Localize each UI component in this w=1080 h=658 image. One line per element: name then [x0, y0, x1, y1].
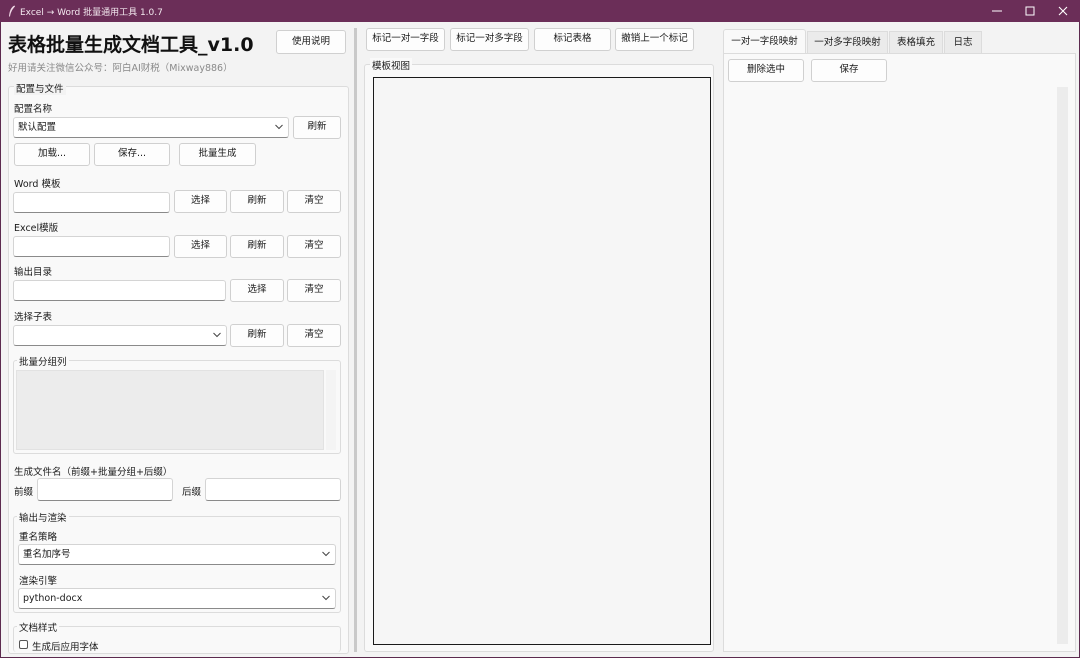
- rename-strategy-select[interactable]: 重名加序号: [18, 544, 336, 565]
- maximize-icon: [1025, 6, 1035, 16]
- word-template-refresh-button[interactable]: 刷新: [230, 190, 284, 213]
- mark-one-to-one-button[interactable]: 标记一对一字段: [366, 28, 445, 51]
- prefix-field[interactable]: [37, 478, 173, 501]
- close-button[interactable]: [1046, 0, 1080, 22]
- mark-table-button[interactable]: 标记表格: [534, 28, 611, 51]
- delete-selected-button[interactable]: 删除选中: [728, 59, 804, 82]
- tab-content: [723, 53, 1076, 652]
- tab-one-to-many-label: 一对多字段映射: [814, 37, 881, 48]
- title-bar: Excel → Word 批量通用工具 1.0.7: [0, 0, 1080, 22]
- group-column-list[interactable]: [16, 370, 324, 450]
- excel-template-label: Excel模版: [14, 223, 59, 234]
- output-dir-select-button[interactable]: 选择: [230, 279, 284, 302]
- output-dir-label: 输出目录: [14, 267, 53, 278]
- load-config-button[interactable]: 加载...: [14, 143, 90, 166]
- render-engine-label: 渲染引擎: [19, 576, 58, 587]
- config-refresh-button[interactable]: 刷新: [293, 116, 341, 139]
- output-render-title: 输出与渲染: [17, 510, 69, 524]
- apply-font-label: 生成后应用字体: [32, 642, 99, 653]
- word-template-clear-button[interactable]: 清空: [287, 190, 341, 213]
- group-column-scrollbar[interactable]: [326, 370, 336, 450]
- doc-style-title: 文档样式: [17, 620, 60, 634]
- chevron-down-icon: [213, 332, 221, 338]
- template-view-title: 模板视图: [370, 58, 413, 72]
- sheet-clear-button[interactable]: 清空: [287, 324, 341, 347]
- mark-one-to-many-button[interactable]: 标记一对多字段: [450, 28, 529, 51]
- suffix-label: 后缀: [182, 487, 202, 498]
- apply-font-checkbox[interactable]: [19, 640, 28, 649]
- word-template-select-button[interactable]: 选择: [174, 190, 227, 213]
- window-title: Excel → Word 批量通用工具 1.0.7: [20, 8, 163, 18]
- save-config-button[interactable]: 保存...: [94, 143, 170, 166]
- rename-strategy-value: 重名加序号: [23, 549, 71, 560]
- sheet-label: 选择子表: [14, 312, 53, 323]
- tab-one-to-many[interactable]: 一对多字段映射: [807, 31, 888, 54]
- word-template-field[interactable]: [13, 192, 170, 213]
- filename-label: 生成文件名（前缀+批量分组+后缀）: [14, 467, 173, 478]
- prefix-label: 前缀: [14, 487, 34, 498]
- config-select-value: 默认配置: [18, 122, 57, 133]
- excel-template-clear-button[interactable]: 清空: [287, 235, 341, 258]
- suffix-field[interactable]: [205, 478, 341, 501]
- word-template-label: Word 模板: [14, 179, 61, 190]
- tab-log-label: 日志: [953, 37, 973, 48]
- mapping-list-scrollbar[interactable]: [1057, 87, 1068, 644]
- minimize-button[interactable]: [980, 0, 1014, 22]
- tab-one-to-one[interactable]: 一对一字段映射: [723, 29, 806, 54]
- render-engine-value: python-docx: [23, 593, 83, 604]
- sheet-refresh-button[interactable]: 刷新: [230, 324, 284, 347]
- template-view-canvas[interactable]: [373, 77, 711, 645]
- help-button[interactable]: 使用说明: [276, 30, 346, 54]
- output-dir-field[interactable]: [13, 280, 226, 301]
- config-name-label: 配置名称: [14, 104, 53, 115]
- output-dir-clear-button[interactable]: 清空: [287, 279, 341, 302]
- maximize-button[interactable]: [1013, 0, 1047, 22]
- tab-table-fill-label: 表格填充: [896, 37, 935, 48]
- rename-strategy-label: 重名策略: [19, 532, 58, 543]
- app-feather-icon: [9, 5, 15, 17]
- tab-one-to-one-label: 一对一字段映射: [731, 36, 798, 47]
- minimize-icon: [992, 10, 1002, 12]
- app-heading: 表格批量生成文档工具_v1.0: [8, 34, 254, 56]
- undo-mark-button[interactable]: 撤销上一个标记: [615, 28, 694, 51]
- left-splitter[interactable]: [354, 28, 357, 652]
- right-panel: 一对一字段映射 一对多字段映射 表格填充 日志 删除选中 保存: [721, 27, 1076, 652]
- close-icon: [1058, 6, 1068, 16]
- middle-panel: 标记一对一字段 标记一对多字段 标记表格 撤销上一个标记 模板视图: [363, 22, 716, 652]
- save-mapping-button[interactable]: 保存: [811, 59, 887, 82]
- group-column-title: 批量分组列: [17, 354, 69, 368]
- excel-template-refresh-button[interactable]: 刷新: [230, 235, 284, 258]
- excel-template-field[interactable]: [13, 236, 170, 257]
- config-select[interactable]: 默认配置: [13, 117, 289, 138]
- client-area: 表格批量生成文档工具_v1.0 使用说明 好用请关注微信公众号：阿白AI财税（M…: [1, 22, 1079, 657]
- excel-template-select-button[interactable]: 选择: [174, 235, 227, 258]
- chevron-down-icon: [322, 551, 330, 557]
- sheet-select[interactable]: [13, 325, 227, 346]
- chevron-down-icon: [322, 595, 330, 601]
- config-files-title: 配置与文件: [14, 81, 66, 95]
- render-engine-select[interactable]: python-docx: [18, 588, 336, 609]
- tab-log[interactable]: 日志: [944, 31, 982, 54]
- subtitle-note: 好用请关注微信公众号：阿白AI财税（Mixway886）: [8, 63, 233, 74]
- chevron-down-icon: [275, 124, 283, 130]
- tab-table-fill[interactable]: 表格填充: [889, 31, 943, 54]
- left-panel: 表格批量生成文档工具_v1.0 使用说明 好用请关注微信公众号：阿白AI财税（M…: [6, 28, 349, 654]
- batch-generate-button[interactable]: 批量生成: [179, 143, 256, 166]
